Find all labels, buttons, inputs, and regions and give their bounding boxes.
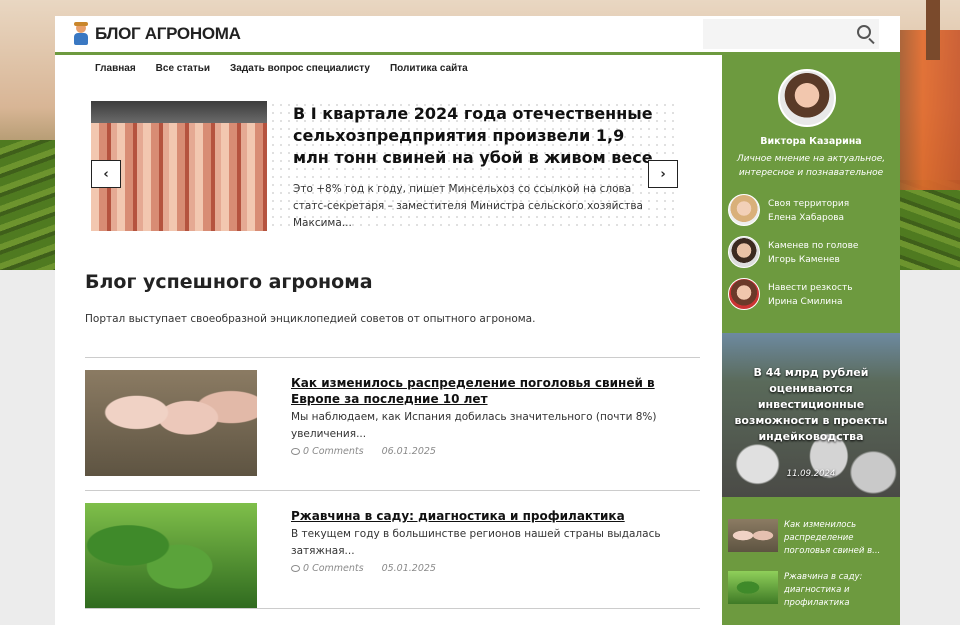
search-input[interactable] (703, 19, 879, 49)
slide-body: В I квартале 2024 года отечественные сел… (269, 101, 679, 231)
featured-title[interactable]: В 44 млрд рублей оцениваются инвестицион… (730, 365, 892, 445)
main-content: Главная Все статьи Задать вопрос специал… (55, 52, 722, 625)
chevron-right-icon: › (660, 166, 666, 182)
recent-image (728, 519, 778, 552)
blog-author: Игорь Каменев (768, 255, 840, 265)
blog-text: Своя территория Елена Хабарова (768, 197, 849, 225)
comment-icon (291, 448, 300, 455)
nav-item-ask-specialist[interactable]: Задать вопрос специалисту (230, 63, 370, 74)
featured-slider: В I квартале 2024 года отечественные сел… (91, 101, 679, 234)
page-container: БЛОГ АГРОНОМА Главная Все статьи Задать … (55, 16, 900, 625)
author-avatar[interactable] (778, 69, 836, 127)
post-item: Как изменилось распределение поголовья с… (85, 370, 700, 478)
nav-item-policy[interactable]: Политика сайта (390, 63, 468, 74)
slider-next-button[interactable]: › (648, 160, 678, 188)
post-date: 05.01.2025 (381, 563, 436, 574)
divider (85, 608, 700, 609)
sidebar-blog-item[interactable]: Каменев по голове Игорь Каменев (728, 236, 898, 268)
sidebar-blog-item[interactable]: Своя территория Елена Хабарова (728, 194, 898, 226)
recent-title: Ржавчина в саду: диагностика и профилакт… (784, 572, 863, 608)
post-title[interactable]: Ржавчина в саду: диагностика и профилакт… (291, 508, 671, 524)
nav-item-home[interactable]: Главная (95, 63, 136, 74)
section-title: Блог успешного агронома (85, 271, 373, 293)
background-field-left (0, 140, 60, 270)
logo-text: БЛОГ АГРОНОМА (95, 24, 241, 43)
farmer-icon (71, 22, 91, 46)
section-description: Портал выступает своеобразной энциклопед… (85, 313, 536, 325)
site-header: БЛОГ АГРОНОМА (55, 16, 900, 52)
recent-title: Как изменилось распределение поголовья с… (784, 520, 881, 556)
nav-item-all-articles[interactable]: Все статьи (156, 63, 210, 74)
background-tractor-part (926, 0, 940, 60)
comment-icon (291, 565, 300, 572)
slide-text: Это +8% год к году, пишет Минсельхоз со … (293, 183, 643, 229)
post-item: Ржавчина в саду: диагностика и профилакт… (85, 503, 700, 611)
post-excerpt: Мы наблюдаем, как Испания добилась значи… (291, 411, 657, 440)
author-name[interactable]: Виктора Казарина (722, 136, 900, 147)
search-icon[interactable] (857, 25, 871, 39)
blog-title: Каменев по голове (768, 241, 859, 251)
post-date: 06.01.2025 (381, 446, 436, 457)
sidebar-recent-item[interactable]: Как изменилось распределение поголовья с… (728, 519, 898, 556)
post-meta: 0 Comments 06.01.2025 (291, 446, 436, 457)
divider (85, 490, 700, 491)
divider (85, 357, 700, 358)
slider-prev-button[interactable]: ‹ (91, 160, 121, 188)
blog-author: Ирина Смилина (768, 297, 843, 307)
post-image-leaves[interactable] (85, 503, 257, 609)
sidebar: Виктора Казарина Личное мнение на актуал… (722, 52, 900, 625)
sidebar-blog-item[interactable]: Навести резкость Ирина Смилина (728, 278, 898, 310)
post-image-pigs[interactable] (85, 370, 257, 476)
site-logo[interactable]: БЛОГ АГРОНОМА (71, 22, 241, 46)
blog-title: Своя территория (768, 199, 850, 209)
post-comments[interactable]: 0 Comments (291, 446, 364, 457)
avatar (728, 278, 760, 310)
background-field-right (890, 180, 960, 270)
blog-text: Навести резкость Ирина Смилина (768, 281, 853, 309)
post-meta: 0 Comments 05.01.2025 (291, 563, 436, 574)
sidebar-recent-item[interactable]: Ржавчина в саду: диагностика и профилакт… (728, 571, 898, 608)
sidebar-featured-post[interactable]: В 44 млрд рублей оцениваются инвестицион… (722, 333, 900, 497)
post-title[interactable]: Как изменилось распределение поголовья с… (291, 375, 671, 407)
featured-date: 11.09.2024 (786, 469, 836, 479)
chevron-left-icon: ‹ (103, 166, 109, 182)
post-excerpt: В текущем году в большинстве регионов на… (291, 528, 661, 557)
slide-title[interactable]: В I квартале 2024 года отечественные сел… (293, 103, 663, 169)
blog-author: Елена Хабарова (768, 213, 845, 223)
author-description: Личное мнение на актуальное, интересное … (736, 154, 886, 178)
avatar (728, 236, 760, 268)
recent-image (728, 571, 778, 604)
avatar (728, 194, 760, 226)
blog-text: Каменев по голове Игорь Каменев (768, 239, 858, 267)
post-comments[interactable]: 0 Comments (291, 563, 364, 574)
blog-title: Навести резкость (768, 283, 853, 293)
main-nav: Главная Все статьи Задать вопрос специал… (95, 63, 468, 74)
